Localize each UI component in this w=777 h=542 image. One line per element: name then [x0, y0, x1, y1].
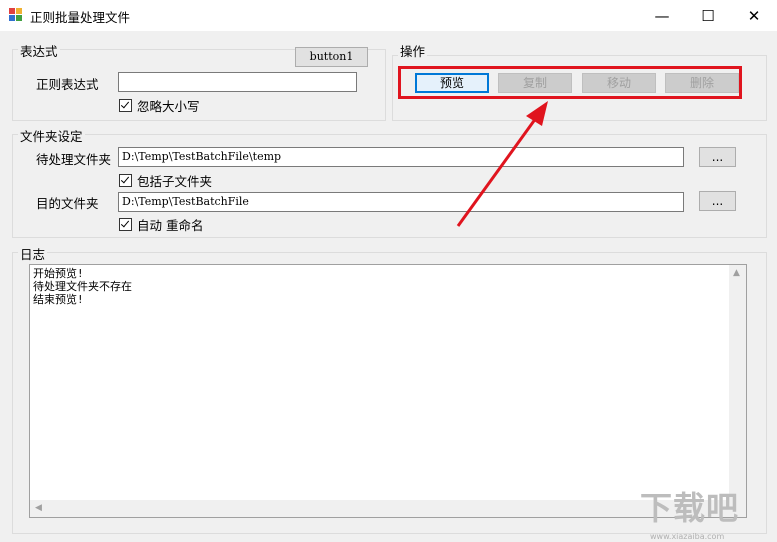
watermark-logo: 下载吧: [640, 489, 740, 527]
source-folder-input[interactable]: D:\Temp\TestBatchFile\temp: [118, 147, 684, 167]
regex-input[interactable]: [118, 72, 357, 92]
ignore-case-label: 忽略大小写: [137, 99, 200, 114]
horizontal-scrollbar[interactable]: ◀: [30, 500, 746, 517]
maximize-button[interactable]: ☐: [685, 0, 731, 31]
app-icon: [9, 8, 23, 22]
watermark-url: www.xiazaiba.com: [650, 532, 725, 541]
auto-rename-checkbox[interactable]: 自动 重命名: [119, 215, 203, 234]
auto-rename-label: 自动 重命名: [137, 218, 204, 233]
include-subfolders-checkbox[interactable]: 包括子文件夹: [119, 171, 212, 190]
regex-label: 正则表达式: [36, 77, 99, 92]
log-textarea[interactable]: 开始预览! 待处理文件夹不存在 结束预览! ▲ ◀: [29, 264, 747, 518]
ignore-case-checkbox[interactable]: 忽略大小写: [119, 96, 200, 115]
target-folder-input[interactable]: D:\Temp\TestBatchFile: [118, 192, 684, 212]
checkbox-checked-icon: [119, 218, 132, 231]
source-browse-button[interactable]: ...: [699, 147, 736, 167]
target-folder-label: 目的文件夹: [36, 196, 99, 211]
close-button[interactable]: ✕: [731, 0, 777, 31]
folder-group-title: 文件夹设定: [18, 126, 85, 145]
checkbox-checked-icon: [119, 174, 132, 187]
source-folder-label: 待处理文件夹: [36, 152, 112, 167]
button1[interactable]: button1: [295, 47, 368, 67]
scroll-up-icon[interactable]: ▲: [733, 268, 740, 278]
minimize-button[interactable]: —: [639, 0, 685, 31]
log-lines: 开始预览! 待处理文件夹不存在 结束预览!: [33, 267, 132, 306]
checkbox-checked-icon: [119, 99, 132, 112]
vertical-scrollbar[interactable]: ▲: [729, 265, 746, 517]
log-line: 结束预览!: [33, 293, 84, 306]
log-group-title: 日志: [18, 244, 48, 263]
operation-group-title: 操作: [398, 41, 428, 60]
include-subfolders-label: 包括子文件夹: [137, 174, 213, 189]
title-bar: 正则批量处理文件 — ☐ ✕: [0, 0, 777, 31]
highlight-rectangle: [398, 66, 742, 99]
expression-group-title: 表达式: [18, 41, 60, 60]
log-line: 开始预览!: [33, 267, 84, 280]
scroll-left-icon[interactable]: ◀: [35, 503, 42, 513]
log-line: 待处理文件夹不存在: [33, 280, 132, 293]
window-title: 正则批量处理文件: [30, 10, 131, 25]
target-browse-button[interactable]: ...: [699, 191, 736, 211]
